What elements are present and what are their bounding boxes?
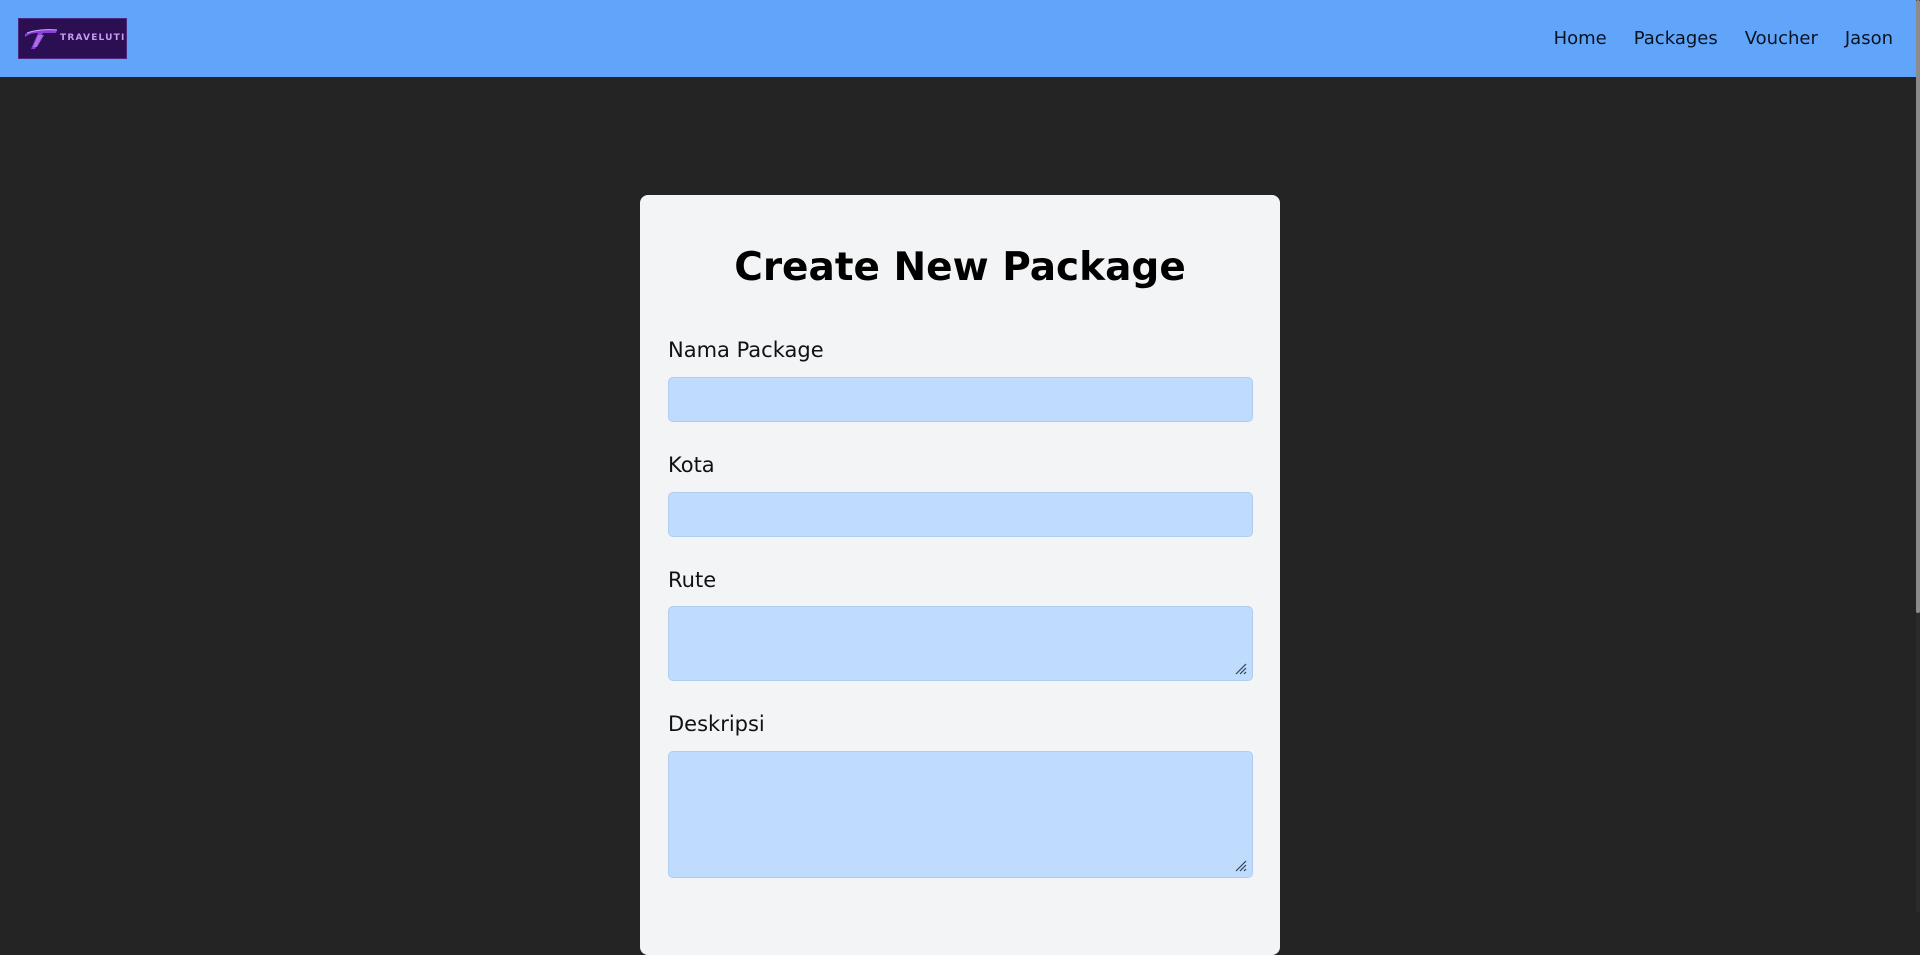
nav-home-link[interactable]: Home: [1554, 28, 1607, 49]
deskripsi-label: Deskripsi: [668, 712, 765, 736]
nama-package-input[interactable]: [668, 377, 1253, 422]
kota-label: Kota: [668, 453, 715, 477]
navbar: TRAVELUTION Home Packages Voucher Jason: [0, 0, 1920, 77]
nama-package-label: Nama Package: [668, 338, 824, 362]
main-nav: Home Packages Voucher Jason: [1554, 0, 1893, 77]
nav-user-link[interactable]: Jason: [1845, 28, 1893, 49]
logo-text: TRAVELUTION: [60, 33, 126, 43]
page-title: Create New Package: [734, 245, 1186, 290]
page-scrollbar[interactable]: [1916, 0, 1920, 912]
travelution-logo-icon: [25, 29, 58, 49]
nav-voucher-link[interactable]: Voucher: [1745, 28, 1818, 49]
deskripsi-textarea[interactable]: [668, 751, 1253, 878]
create-package-form: Create New Package Nama Package Kota Rut…: [640, 195, 1280, 955]
brand-logo[interactable]: TRAVELUTION: [18, 18, 127, 59]
resize-grip-icon[interactable]: [1233, 661, 1247, 675]
rute-textarea[interactable]: [668, 606, 1253, 681]
nav-packages-link[interactable]: Packages: [1634, 28, 1718, 49]
resize-grip-icon[interactable]: [1233, 858, 1247, 872]
rute-label: Rute: [668, 568, 717, 592]
scrollbar-thumb[interactable]: [1916, 0, 1920, 613]
kota-input[interactable]: [668, 492, 1253, 537]
